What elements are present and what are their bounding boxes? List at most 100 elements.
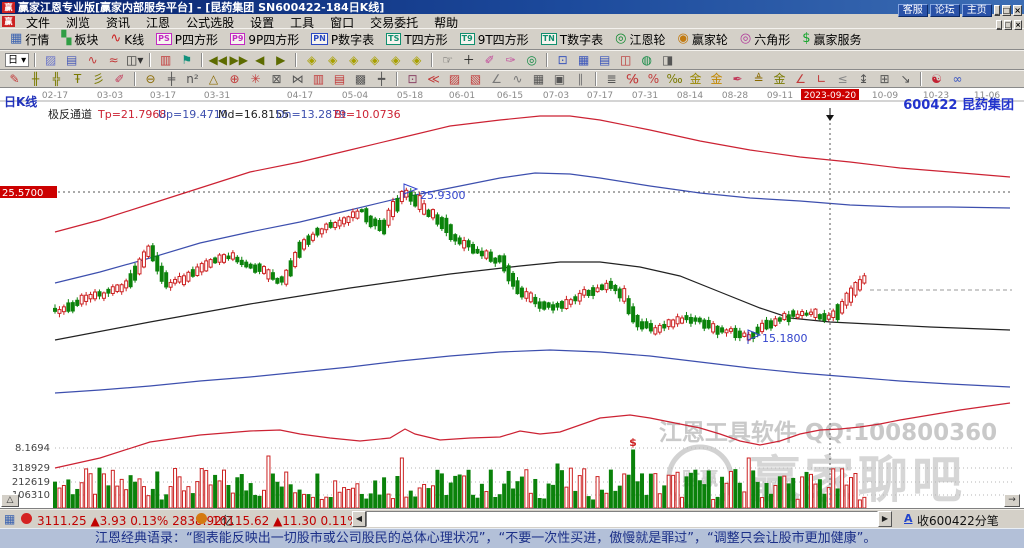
gann-diamond-2[interactable]: ◈ [323,53,342,68]
toolbar-item-winner-service[interactable]: $ 赢家服务 [796,29,867,49]
toolbar-item-t-square[interactable]: TS T四方形 [380,29,454,49]
gann-diamond-6[interactable]: ◈ [407,53,426,68]
close-button[interactable]: × [1014,19,1022,30]
restore-button[interactable]: □ [1003,19,1013,30]
save-tool[interactable]: ◫ [616,53,635,68]
menu-item-公式选股[interactable]: 公式选股 [178,16,242,30]
scroll-left-button[interactable]: ◀ [352,511,366,527]
period-day-dropdown[interactable]: 日 ▾ [5,53,30,67]
gann-grid-tool[interactable]: ╬ [47,72,66,87]
pencil-tool[interactable]: ✎ [5,72,24,87]
permille-tool[interactable]: ‰ [665,72,684,87]
toolbar-item-sectors[interactable]: ▚ 板块 [55,29,104,49]
n2-square-tool[interactable]: n² [183,72,202,87]
toolbar-item-9t-square[interactable]: T9 9T四方形 [454,29,535,49]
hand-tool[interactable]: ☞ [438,53,457,68]
last-page-button[interactable]: ▶▶ [229,53,248,68]
menu-item-浏览[interactable]: 浏览 [58,16,98,30]
ink-tool[interactable]: ✒ [728,72,747,87]
zigzag-tool[interactable]: ∿ [508,72,527,87]
menu-item-工具[interactable]: 工具 [282,16,322,30]
first-page-button[interactable]: ◀◀ [208,53,227,68]
low-angle-tool[interactable]: ≤ [833,72,852,87]
menu-item-帮助[interactable]: 帮助 [426,16,466,30]
flag-tool[interactable]: ⚑ [177,53,196,68]
circle-divide-tool[interactable]: ⊖ [141,72,160,87]
toolbar-item-winner-wheel[interactable]: ◉ 赢家轮 [672,29,734,49]
angle-tool[interactable]: ∠ [487,72,506,87]
crosshair-tool[interactable]: ＋ [459,53,478,68]
menu-item-江恩[interactable]: 江恩 [138,16,178,30]
toolbar-item-t-number-table[interactable]: TN T数字表 [535,29,610,49]
trend-line-icon[interactable]: ∿ [83,53,102,68]
download-tool[interactable]: ◍ [637,53,656,68]
toolbar-item-p-number-table[interactable]: PN P数字表 [305,29,380,49]
toolbar-item-9p-square[interactable]: P9 9P四方形 [224,29,305,49]
gold-bar-tool[interactable]: 金 [707,72,726,87]
wand-tool[interactable]: ✐ [480,53,499,68]
parallel-tool[interactable]: ∥ [571,72,590,87]
main-chart-icon[interactable]: ▨ [41,53,60,68]
step-box-tool[interactable]: ⊞ [875,72,894,87]
rays-tool[interactable]: ≪ [424,72,443,87]
menu-item-文件[interactable]: 文件 [18,16,58,30]
right-angle-tool[interactable]: ∟ [812,72,831,87]
minimize-button[interactable]: _ [996,19,1002,30]
step-down-tool[interactable]: ↘ [896,72,915,87]
next-bar-button[interactable]: ▶ [271,53,290,68]
pin-tool[interactable]: ⊡ [403,72,422,87]
memo-tool[interactable]: ▤ [595,53,614,68]
square-grid-tool[interactable]: ▦ [529,72,548,87]
target-tool[interactable]: ⊕ [225,72,244,87]
service-button[interactable]: 客服 [897,3,928,17]
prev-bar-button[interactable]: ◀ [250,53,269,68]
retrace-tool[interactable]: ℅ [623,72,642,87]
infinity-tool[interactable]: ∞ [948,72,967,87]
step-tool[interactable]: ↨ [854,72,873,87]
status-scrollbar[interactable]: ◀ ▶ [352,511,892,527]
price-fence-tool[interactable]: ▤ [330,72,349,87]
dense-grid-tool[interactable]: ╪ [162,72,181,87]
percent-tool[interactable]: % [644,72,663,87]
f10-report-icon[interactable]: ▤ [62,53,81,68]
candle-style-dropdown[interactable]: ◫▾ [125,53,144,68]
kline-chart[interactable]: 江恩工具软件 QQ:100800360财赢 赢家聊吧02-17 03-03 03-17… [0,88,1024,508]
expand-pane-button[interactable]: △ [1,494,19,507]
balance-tool[interactable]: ≜ [749,72,768,87]
chart-area[interactable]: 江恩工具软件 QQ:100800360 财赢 赢家聊吧 02-17 03-03 03-17… [0,88,1024,508]
menu-item-资讯[interactable]: 资讯 [98,16,138,30]
gann-diamond-5[interactable]: ◈ [386,53,405,68]
yinyang-tool[interactable]: ☯ [927,72,946,87]
market-grid-icon[interactable]: ▦ [4,512,15,526]
full-grid-tool[interactable]: ▩ [351,72,370,87]
calendar-tool[interactable]: ⊡ [553,53,572,68]
star-tool[interactable]: ✳ [246,72,265,87]
box-x-tool[interactable]: ⊠ [267,72,286,87]
lasso-tool[interactable]: ✑ [501,53,520,68]
trend-multi-icon[interactable]: ≈ [104,53,123,68]
scroll-right-button[interactable]: ▶ [878,511,892,527]
gann-diamond-3[interactable]: ◈ [344,53,363,68]
scroll-track[interactable] [366,511,878,527]
bowtie-tool[interactable]: ⋈ [288,72,307,87]
angle-red-tool[interactable]: ∠ [791,72,810,87]
matrix-tool[interactable]: ▣ [550,72,569,87]
menu-item-窗口[interactable]: 窗口 [322,16,362,30]
forum-button[interactable]: 论坛 [929,3,960,17]
time-fence-tool[interactable]: ▥ [309,72,328,87]
shade2-tool[interactable]: ▧ [466,72,485,87]
menu-item-交易委托[interactable]: 交易委托 [362,16,426,30]
toolbar-item-p-square[interactable]: PS P四方形 [150,29,224,49]
sync-tool[interactable]: ◨ [658,53,677,68]
cross-fence-tool[interactable]: ┿ [372,72,391,87]
binocular-tool[interactable]: ◎ [522,53,541,68]
kline-red-icon[interactable]: ▥ [156,53,175,68]
grid-tool[interactable]: ╫ [26,72,45,87]
pyramid-tool[interactable]: △ [204,72,223,87]
gold-box-tool[interactable]: 金 [770,72,789,87]
calculator-tool[interactable]: ▦ [574,53,593,68]
home-button[interactable]: 主页 [961,3,992,17]
ruler-tool[interactable]: ≣ [602,72,621,87]
toolbar-item-gann-wheel[interactable]: ◎ 江恩轮 [609,29,671,49]
menu-item-设置[interactable]: 设置 [242,16,282,30]
